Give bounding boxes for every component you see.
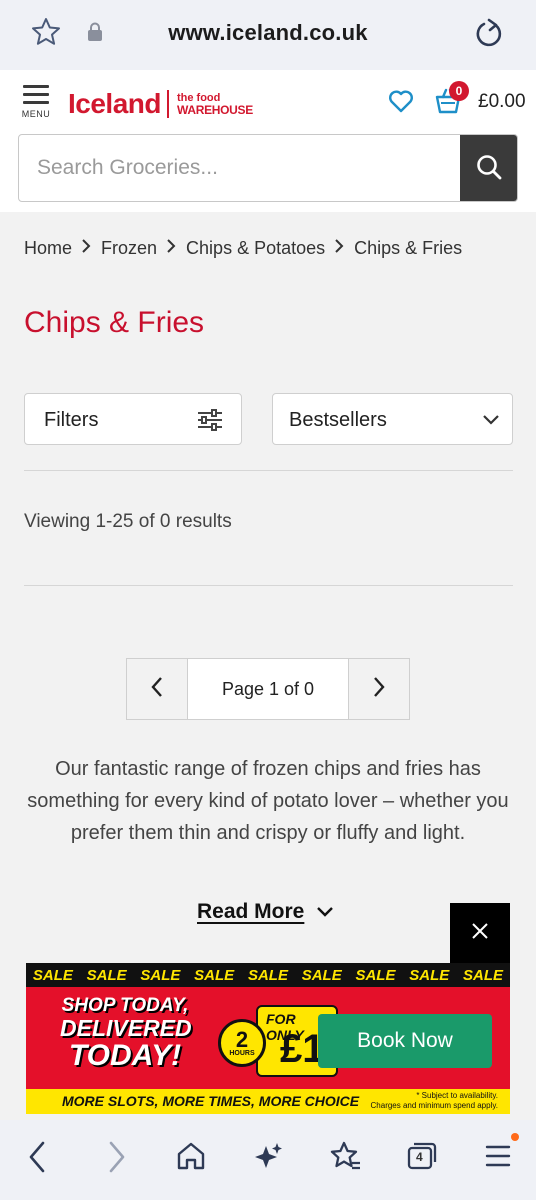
- address-bar-url[interactable]: www.iceland.co.uk: [0, 20, 536, 46]
- chevron-right-icon: [334, 238, 344, 259]
- results-count: Viewing 1-25 of 0 results: [24, 511, 232, 532]
- sale-text: SALE: [355, 966, 396, 984]
- filters-label: Filters: [44, 409, 99, 431]
- logo-brand: Iceland: [68, 88, 161, 119]
- page-info: Page 1 of 0: [221, 679, 315, 699]
- pagination: Page 1 of 0: [126, 658, 410, 720]
- breadcrumb-chips-potatoes[interactable]: Chips & Potatoes: [186, 238, 325, 259]
- ad-small-print: * Subject to availability. Charges and m…: [371, 1091, 498, 1111]
- divider: [24, 585, 513, 586]
- iceland-logo[interactable]: Iceland the food WAREHOUSE: [68, 87, 253, 121]
- browser-menu-icon[interactable]: [484, 1140, 512, 1177]
- logo-divider: [166, 90, 169, 118]
- timer-unit: HOURS: [229, 1049, 255, 1057]
- chevron-right-icon: [81, 238, 91, 259]
- breadcrumb-frozen[interactable]: Frozen: [101, 238, 157, 259]
- menu-label: MENU: [21, 109, 51, 119]
- site-header: MENU Iceland the food WAREHOUSE 0 £0.00: [0, 70, 536, 212]
- timer-number: 2: [235, 1026, 249, 1052]
- favourites-heart-icon[interactable]: [388, 89, 414, 118]
- reload-icon[interactable]: [472, 17, 506, 56]
- sale-text: SALE: [140, 966, 181, 984]
- page-title: Chips & Fries: [24, 306, 205, 339]
- next-page-button[interactable]: [348, 659, 409, 719]
- delivery-ad-banner[interactable]: SALE SALE SALE SALE SALE SALE SALE SALE …: [26, 963, 510, 1114]
- read-more-link[interactable]: Read More: [197, 900, 334, 924]
- browser-toolbar: www.iceland.co.uk: [0, 0, 536, 70]
- logo-sub-line2: WAREHOUSE: [176, 102, 253, 117]
- ad-tagline-strip: MORE SLOTS, MORE TIMES, MORE CHOICE * Su…: [26, 1089, 510, 1114]
- chevron-left-icon: [150, 676, 164, 703]
- logo-sub-brand: the food WAREHOUSE: [177, 92, 253, 117]
- hamburger-icon: [18, 82, 54, 104]
- search-bar: [18, 134, 518, 202]
- sale-text: SALE: [247, 966, 288, 984]
- ad-close-button[interactable]: [450, 903, 510, 963]
- read-more-label: Read More: [197, 900, 305, 923]
- sparkle-ai-icon[interactable]: [253, 1140, 283, 1177]
- menu-button[interactable]: MENU: [18, 82, 54, 128]
- divider: [24, 470, 513, 471]
- sale-text: SALE: [409, 966, 450, 984]
- ad-headline-line3: TODAY!: [68, 1039, 182, 1072]
- browser-bottom-bar: 4: [0, 1120, 536, 1200]
- sale-text: SALE: [86, 966, 127, 984]
- book-now-button[interactable]: Book Now: [318, 1014, 492, 1068]
- sliders-icon: [197, 409, 223, 436]
- sale-strip: SALE SALE SALE SALE SALE SALE SALE SALE …: [26, 963, 510, 987]
- chevron-right-icon: [166, 238, 176, 259]
- chevron-right-icon: [372, 676, 386, 703]
- ad-small-print-1: * Subject to availability.: [416, 1091, 498, 1100]
- home-icon[interactable]: [176, 1140, 206, 1177]
- basket-total[interactable]: £0.00: [478, 91, 526, 113]
- category-description: Our fantastic range of frozen chips and …: [27, 758, 509, 844]
- sale-text: SALE: [463, 966, 504, 984]
- close-icon: [471, 922, 489, 945]
- breadcrumb-home[interactable]: Home: [24, 238, 72, 259]
- stopwatch-icon: 2 HOURS: [218, 1019, 266, 1067]
- chevron-down-icon: [482, 413, 500, 431]
- search-input[interactable]: [37, 135, 457, 201]
- bookmarks-star-icon[interactable]: [330, 1140, 362, 1177]
- filters-button[interactable]: Filters: [24, 393, 242, 445]
- search-button[interactable]: [460, 135, 517, 201]
- chevron-down-icon: [316, 900, 334, 924]
- tabs-icon[interactable]: 4: [405, 1140, 437, 1177]
- ad-headline-line1: SHOP TODAY,: [61, 995, 189, 1016]
- breadcrumb-chips-fries[interactable]: Chips & Fries: [354, 238, 462, 259]
- ad-tagline: MORE SLOTS, MORE TIMES, MORE CHOICE: [62, 1093, 360, 1109]
- sort-value: Bestsellers: [289, 409, 387, 431]
- back-arrow-icon[interactable]: [26, 1140, 48, 1179]
- prev-page-button[interactable]: [127, 659, 188, 719]
- tab-count: 4: [416, 1150, 423, 1164]
- sale-text: SALE: [32, 966, 73, 984]
- sort-select[interactable]: Bestsellers: [272, 393, 513, 445]
- ad-small-print-2: Charges and minimum spend apply.: [370, 1101, 498, 1110]
- sale-text: SALE: [301, 966, 342, 984]
- notification-dot: [511, 1133, 519, 1141]
- forward-arrow-icon[interactable]: [106, 1140, 128, 1179]
- breadcrumb: Home Frozen Chips & Potatoes Chips & Fri…: [24, 238, 462, 259]
- ad-headline-line2: DELIVERED: [60, 1015, 192, 1041]
- basket-count-badge: 0: [449, 81, 469, 101]
- sale-text: SALE: [194, 966, 235, 984]
- ad-headline: SHOP TODAY, DELIVERED TODAY!: [60, 995, 192, 1073]
- search-icon: [475, 153, 503, 186]
